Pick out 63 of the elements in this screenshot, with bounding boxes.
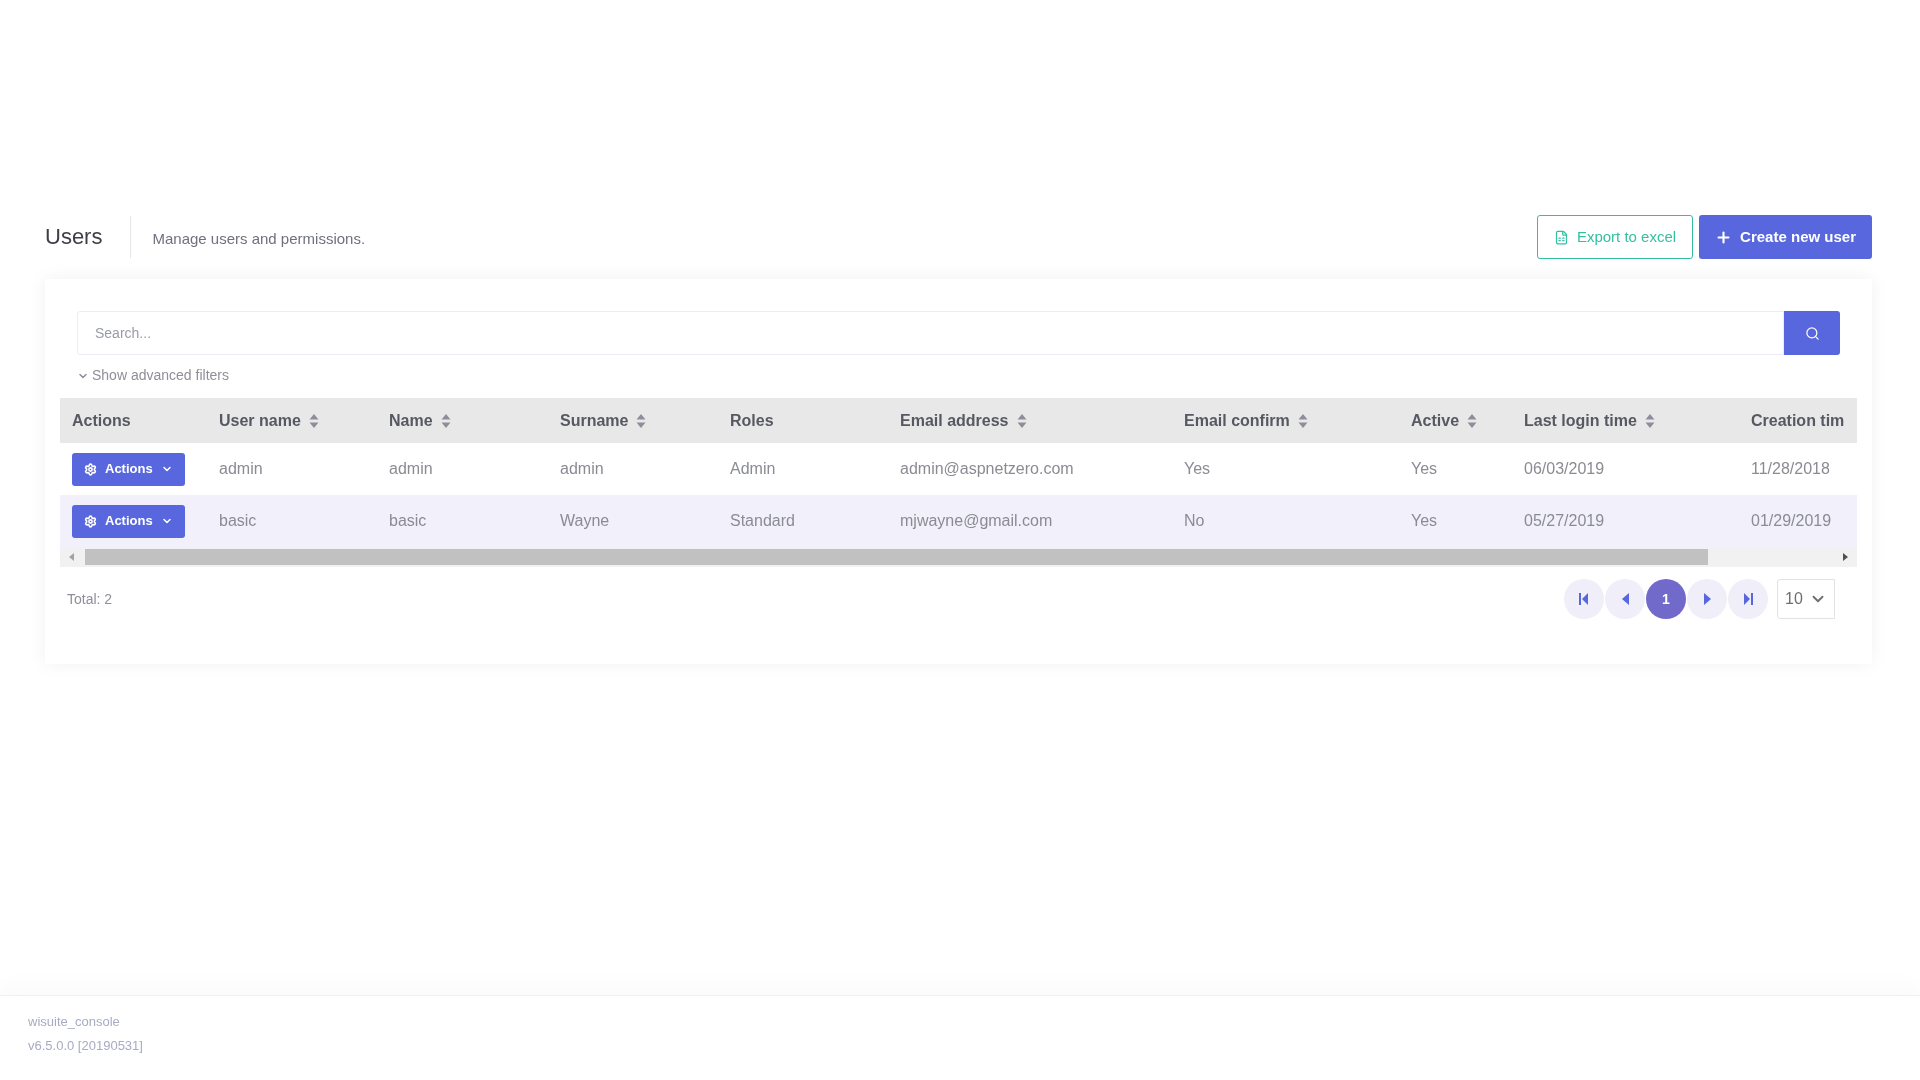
page-size-select[interactable]: 10 bbox=[1777, 579, 1835, 619]
sort-icon[interactable] bbox=[1297, 412, 1308, 429]
total-count: Total: 2 bbox=[67, 589, 113, 609]
table-cell: Yes bbox=[1411, 460, 1438, 477]
first-page-icon bbox=[1579, 593, 1589, 605]
app-name: wisuite_console bbox=[28, 1013, 121, 1031]
sort-icon[interactable] bbox=[636, 412, 647, 429]
column-header[interactable]: Active bbox=[1411, 408, 1460, 433]
sort-icon[interactable] bbox=[308, 412, 319, 429]
column-header[interactable]: User name bbox=[219, 408, 301, 433]
spreadsheet-icon bbox=[1553, 229, 1569, 245]
table-cell: 11/28/2018 bbox=[1751, 460, 1830, 477]
table-cell: basic bbox=[389, 512, 427, 529]
sort-icon[interactable] bbox=[1016, 412, 1027, 429]
first-page-button[interactable] bbox=[1564, 579, 1604, 619]
table-cell: 06/03/2019 bbox=[1524, 460, 1605, 477]
horizontal-scrollbar[interactable] bbox=[60, 547, 1857, 567]
page-button[interactable]: 1 bbox=[1646, 579, 1686, 619]
column-header: Actions bbox=[72, 410, 131, 431]
last-page-button[interactable] bbox=[1728, 579, 1768, 619]
page-title: Users bbox=[45, 226, 104, 248]
next-page-icon bbox=[1703, 593, 1711, 605]
app-version: v6.5.0.0 [20190531] bbox=[28, 1036, 144, 1055]
search-field[interactable]: Search... bbox=[77, 311, 1784, 355]
page-subtitle: Manage users and permissions. bbox=[151, 228, 366, 249]
previous-page-icon bbox=[1621, 593, 1629, 605]
sort-icon[interactable] bbox=[1644, 412, 1655, 429]
table-cell: mjwayne@gmail.com bbox=[900, 512, 1053, 529]
table-cell: admin bbox=[560, 460, 604, 477]
plus-icon bbox=[1715, 228, 1733, 246]
gear-icon bbox=[84, 514, 97, 528]
table-cell: 01/29/2019 bbox=[1751, 512, 1832, 529]
actions-button[interactable]: Actions bbox=[72, 504, 185, 538]
table-cell: admin bbox=[389, 460, 433, 477]
table-cell: 05/27/2019 bbox=[1524, 512, 1605, 529]
column-header[interactable]: Name bbox=[389, 408, 433, 433]
next-page-button[interactable] bbox=[1687, 579, 1727, 619]
column-header[interactable]: Last login time bbox=[1524, 408, 1637, 433]
column-header: Creation tim bbox=[1751, 410, 1845, 431]
table-cell: No bbox=[1184, 512, 1205, 529]
advanced-filters-toggle[interactable]: Show advanced filters bbox=[77, 365, 229, 386]
actions-button[interactable]: Actions bbox=[72, 452, 185, 486]
table-cell: Admin bbox=[730, 460, 776, 477]
table-cell: admin bbox=[219, 460, 263, 477]
table-cell: Standard bbox=[730, 512, 795, 529]
sort-icon[interactable] bbox=[440, 412, 451, 429]
column-header[interactable]: Email confirm bbox=[1184, 408, 1290, 433]
gear-icon bbox=[84, 462, 97, 476]
column-header[interactable]: Surname bbox=[560, 408, 629, 433]
sort-icon[interactable] bbox=[1467, 412, 1478, 429]
table-cell: Wayne bbox=[560, 512, 610, 529]
table-cell: Yes bbox=[1184, 460, 1211, 477]
column-header: Roles bbox=[730, 410, 774, 431]
create-user-button[interactable]: Create new user bbox=[1699, 215, 1872, 259]
column-header[interactable]: Email address bbox=[900, 408, 1009, 433]
search-button[interactable] bbox=[1784, 311, 1840, 355]
table-cell: Yes bbox=[1411, 512, 1438, 529]
search-icon bbox=[1804, 325, 1820, 341]
scrollbar-thumb[interactable] bbox=[85, 549, 1708, 565]
table-cell: admin@aspnetzero.com bbox=[900, 460, 1074, 477]
table-cell: basic bbox=[219, 512, 257, 529]
prev-page-button[interactable] bbox=[1605, 579, 1645, 619]
last-page-icon bbox=[1743, 593, 1753, 605]
